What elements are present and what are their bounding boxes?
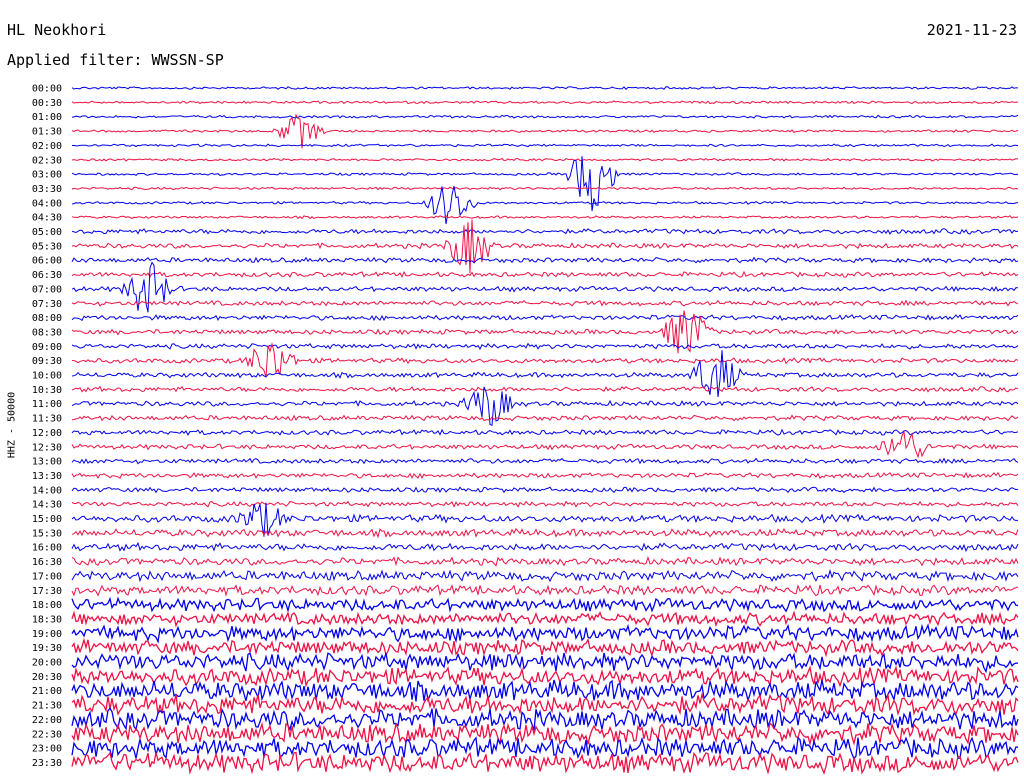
time-tick-label: 12:30 xyxy=(32,442,62,453)
trace-row xyxy=(71,113,1019,149)
trace-row xyxy=(71,157,1019,162)
time-tick-label: 10:00 xyxy=(32,371,62,382)
trace-row xyxy=(71,584,1019,597)
time-tick-label: 01:30 xyxy=(32,127,62,138)
time-tick-label: 03:30 xyxy=(32,184,62,195)
seismogram-traces xyxy=(71,86,1019,775)
time-tick-label: 15:30 xyxy=(32,528,62,539)
time-tick-label: 00:30 xyxy=(32,98,62,109)
trace-row xyxy=(71,86,1019,91)
time-tick-label: 02:00 xyxy=(32,141,62,152)
trace-row xyxy=(71,486,1019,494)
time-tick-label: 21:00 xyxy=(32,686,62,697)
time-tick-labels: 00:00 00:30 01:00 01:30 02:00 02:30 03:00 03:30… xyxy=(32,84,62,769)
trace-row xyxy=(71,568,1019,583)
trace-row xyxy=(71,751,1019,775)
trace-row xyxy=(71,114,1019,119)
trace-row xyxy=(71,186,1019,191)
time-tick-label: 22:30 xyxy=(32,729,62,740)
time-tick-label: 11:00 xyxy=(32,399,62,410)
trace-row xyxy=(71,215,1019,220)
trace-row xyxy=(71,457,1019,465)
time-tick-label: 19:30 xyxy=(32,643,62,654)
time-tick-label: 06:30 xyxy=(32,270,62,281)
time-tick-label: 20:30 xyxy=(32,672,62,683)
time-tick-label: 15:00 xyxy=(32,514,62,525)
time-tick-label: 12:00 xyxy=(32,428,62,439)
time-tick-label: 18:30 xyxy=(32,614,62,625)
trace-row xyxy=(71,637,1019,658)
time-tick-label: 01:00 xyxy=(32,112,62,123)
trace-row xyxy=(71,299,1019,307)
trace-row xyxy=(71,596,1019,613)
trace-row xyxy=(71,527,1019,539)
time-tick-label: 16:30 xyxy=(32,557,62,568)
time-tick-label: 19:00 xyxy=(32,629,62,640)
time-tick-label: 13:30 xyxy=(32,471,62,482)
time-tick-label: 18:00 xyxy=(32,600,62,611)
time-tick-label: 23:30 xyxy=(32,758,62,769)
trace-row xyxy=(71,471,1019,479)
time-tick-label: 08:30 xyxy=(32,327,62,338)
trace-row xyxy=(71,736,1019,761)
trace-row xyxy=(71,143,1019,148)
time-tick-label: 16:00 xyxy=(32,543,62,554)
time-tick-label: 17:30 xyxy=(32,586,62,597)
time-tick-label: 23:00 xyxy=(32,744,62,755)
time-tick-label: 04:30 xyxy=(32,213,62,224)
time-tick-label: 14:00 xyxy=(32,485,62,496)
time-tick-label: 00:00 xyxy=(32,84,62,95)
time-tick-label: 06:00 xyxy=(32,256,62,267)
time-tick-label: 03:00 xyxy=(32,170,62,181)
time-tick-label: 08:00 xyxy=(32,313,62,324)
trace-row xyxy=(71,500,1019,508)
time-tick-label: 21:30 xyxy=(32,701,62,712)
time-tick-label: 22:00 xyxy=(32,715,62,726)
trace-row xyxy=(71,541,1019,553)
seismogram-plot: 00:00 00:30 01:00 01:30 02:00 02:30 03:00 03:30… xyxy=(32,84,1019,775)
time-tick-label: 09:30 xyxy=(32,356,62,367)
time-tick-label: 07:00 xyxy=(32,284,62,295)
time-tick-label: 09:00 xyxy=(32,342,62,353)
time-tick-label: 05:00 xyxy=(32,227,62,238)
trace-row xyxy=(71,270,1019,278)
time-tick-label: 10:30 xyxy=(32,385,62,396)
time-tick-label: 07:30 xyxy=(32,299,62,310)
time-tick-label: 04:00 xyxy=(32,198,62,209)
trace-row xyxy=(71,228,1019,235)
trace-row xyxy=(71,314,1019,322)
trace-row xyxy=(71,623,1019,644)
trace-row xyxy=(71,256,1019,264)
trace-row xyxy=(71,342,1019,350)
trace-row xyxy=(71,555,1019,567)
trace-row xyxy=(71,341,1019,378)
time-tick-label: 02:30 xyxy=(32,155,62,166)
trace-row xyxy=(71,385,1019,393)
time-tick-label: 05:30 xyxy=(32,241,62,252)
trace-row xyxy=(71,219,1019,274)
trace-row xyxy=(71,100,1019,105)
trace-row xyxy=(71,652,1019,674)
time-tick-label: 14:30 xyxy=(32,500,62,511)
time-tick-label: 11:30 xyxy=(32,414,62,425)
trace-row xyxy=(71,414,1019,422)
trace-row xyxy=(71,610,1019,628)
time-tick-label: 13:00 xyxy=(32,457,62,468)
time-tick-label: 20:00 xyxy=(32,658,62,669)
trace-row xyxy=(71,430,1019,459)
trace-row xyxy=(71,665,1019,688)
trace-row xyxy=(71,428,1019,436)
trace-row xyxy=(71,707,1019,732)
time-tick-label: 17:00 xyxy=(32,571,62,582)
